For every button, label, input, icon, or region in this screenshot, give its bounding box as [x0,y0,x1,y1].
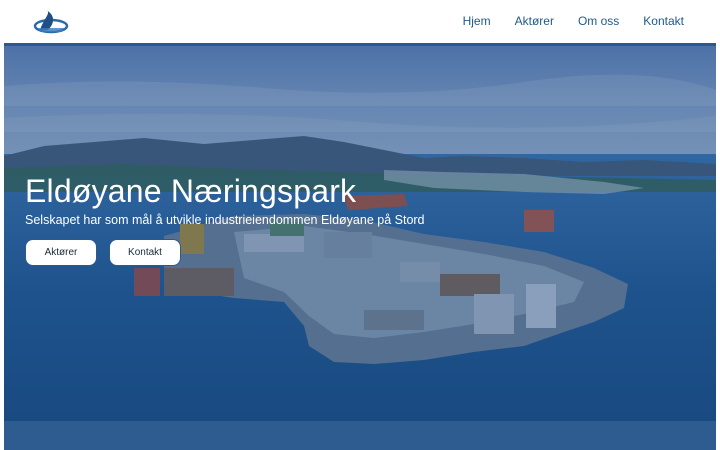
hero-section: Eldøyane Næringspark Selskapet har som m… [4,43,716,421]
hero-subtitle: Selskapet har som mål å utvikle industri… [25,213,425,227]
nav-link-hjem[interactable]: Hjem [463,14,491,28]
aktorer-button[interactable]: Aktører [25,239,97,266]
main-nav: Hjem Aktører Om oss Kontakt [463,0,684,42]
kontakt-button[interactable]: Kontakt [109,239,181,266]
nav-link-kontakt[interactable]: Kontakt [643,14,684,28]
hero-title: Eldøyane Næringspark [25,173,357,209]
site-header: Hjem Aktører Om oss Kontakt [0,0,720,42]
footer-bar [4,421,716,450]
nav-link-aktorer[interactable]: Aktører [515,14,554,28]
hero-buttons: Aktører Kontakt [25,239,425,266]
eldoyane-logo-icon[interactable] [32,8,70,36]
hero-content: Eldøyane Næringspark Selskapet har som m… [25,171,425,266]
nav-link-om-oss[interactable]: Om oss [578,14,619,28]
